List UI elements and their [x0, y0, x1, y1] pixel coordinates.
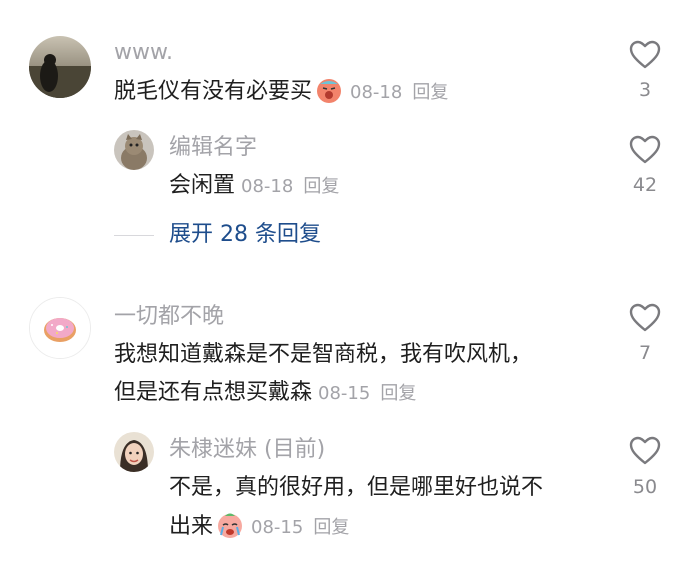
crying-face-emoji-icon — [215, 511, 245, 548]
comment-text-line1: 我想知道戴森是不是智商税，我有吹风机， — [114, 342, 533, 367]
heart-icon[interactable] — [628, 303, 662, 333]
like-count: 42 — [632, 174, 658, 196]
avatar-donut[interactable] — [29, 297, 91, 359]
like-count: 50 — [632, 476, 658, 498]
expand-divider — [114, 235, 154, 236]
comment-meta: 08-15 回复 — [318, 383, 416, 404]
comment-text: 脱毛仪有没有必要买 08-18 回复 — [114, 76, 448, 113]
like-count: 3 — [638, 79, 652, 101]
reply-text-line1: 不是，真的很好用，但是哪里好也说不 — [169, 475, 544, 500]
avatar-www[interactable] — [29, 36, 91, 98]
reply-username[interactable]: 朱棣迷妹 (目前) — [169, 435, 325, 465]
avatar-zhu-di-fan[interactable] — [114, 432, 154, 472]
comment-username[interactable]: www. — [114, 38, 173, 68]
comment-text-line2: 但是还有点想买戴森 08-15 回复 — [114, 378, 416, 409]
reply-body: 会闲置 — [169, 173, 236, 198]
reply-body: 出来 — [169, 514, 214, 539]
comment-body: 但是还有点想买戴森 — [114, 380, 313, 405]
reply-button[interactable]: 回复 — [380, 383, 416, 404]
like-count: 7 — [638, 342, 652, 364]
comment-date: 08-18 — [350, 82, 403, 103]
comment-date: 08-15 — [318, 383, 371, 404]
reply-text-line2: 出来 08-15 回复 — [169, 511, 349, 548]
exhausted-face-emoji-icon — [314, 76, 344, 113]
reply-date: 08-18 — [241, 176, 294, 197]
reply-button[interactable]: 回复 — [313, 517, 349, 538]
comment-meta: 08-18 回复 — [350, 82, 448, 103]
comment-username[interactable]: 一切都不晚 — [114, 302, 224, 332]
reply-meta: 08-18 回复 — [241, 176, 339, 197]
avatar-edit-name[interactable] — [114, 130, 154, 170]
expand-replies-link[interactable]: 展开 28 条回复 — [169, 220, 321, 250]
reply-text: 会闲置 08-18 回复 — [169, 171, 339, 202]
heart-icon[interactable] — [628, 135, 662, 165]
reply-date: 08-15 — [251, 517, 304, 538]
heart-icon[interactable] — [628, 40, 662, 70]
reply-meta: 08-15 回复 — [251, 517, 349, 538]
reply-username[interactable]: 编辑名字 — [169, 133, 257, 163]
reply-button[interactable]: 回复 — [412, 82, 448, 103]
reply-button[interactable]: 回复 — [303, 176, 339, 197]
heart-icon[interactable] — [628, 436, 662, 466]
comment-body: 脱毛仪有没有必要买 — [114, 79, 313, 104]
